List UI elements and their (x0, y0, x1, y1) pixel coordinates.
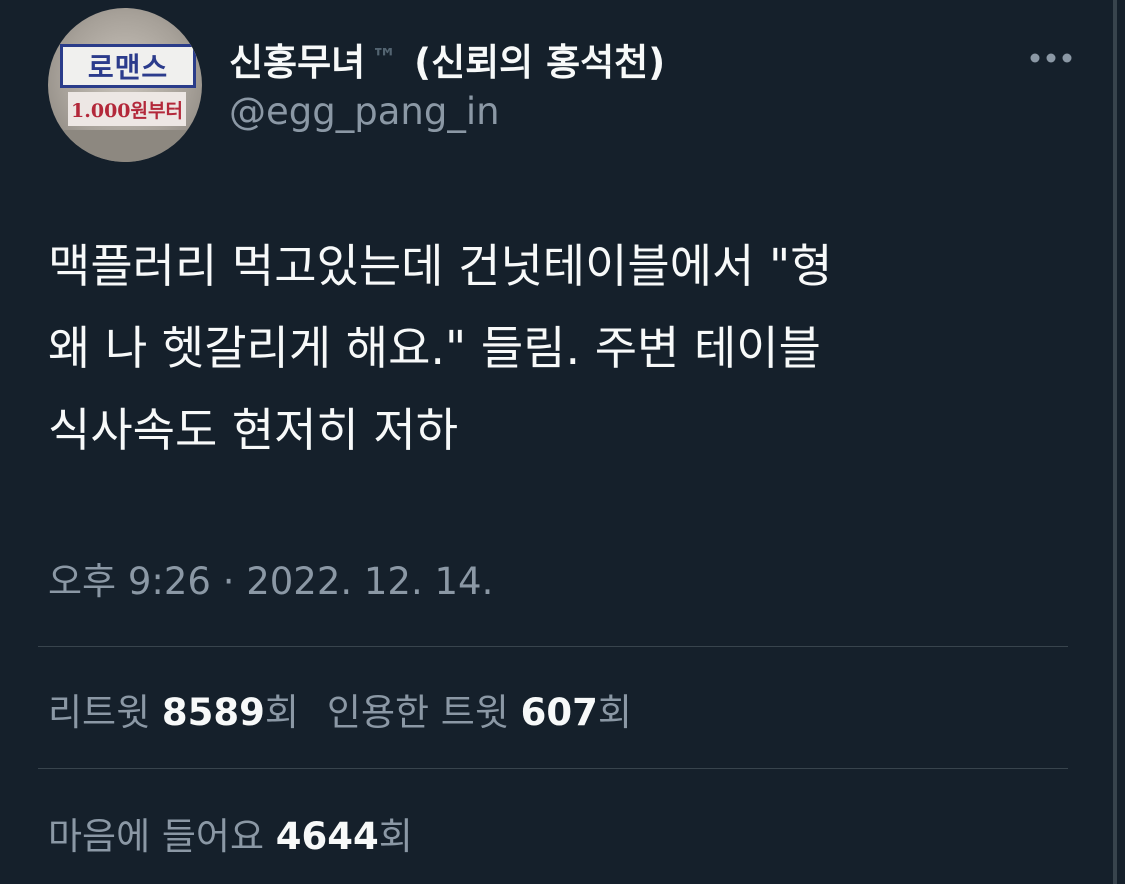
retweets-label: 리트윗 (48, 691, 162, 734)
likes-count: 4644 (275, 815, 379, 858)
likes-suffix: 회 (378, 815, 413, 858)
tweet-timestamp[interactable]: 오후 9:26 · 2022. 12. 14. (48, 551, 493, 605)
likes-row: 마음에 들어요 4644회 (48, 806, 413, 860)
divider (38, 768, 1068, 769)
user-handle[interactable]: @egg_pang_in (229, 90, 665, 133)
quotes-label: 인용한 트윗 (326, 691, 521, 734)
avatar-sign-top: 로맨스 (60, 44, 196, 88)
likes-stat[interactable]: 마음에 들어요 4644회 (48, 806, 413, 860)
avatar-sign-bottom: 1.000원부터 (68, 92, 186, 126)
divider (38, 646, 1068, 647)
quotes-suffix: 회 (597, 691, 632, 734)
retweets-count: 8589 (161, 691, 265, 734)
scrollbar-edge (1113, 0, 1117, 884)
display-name-suffix[interactable]: (신뢰의 홍석천) (414, 32, 665, 86)
tweet-text: 맥플러리 먹고있는데 건넛테이블에서 "형 왜 나 헷갈리게 해요." 들림. … (48, 239, 833, 457)
quotes-stat[interactable]: 인용한 트윗 607회 (327, 682, 632, 736)
avatar-shade (48, 130, 202, 162)
tweet-header: 신홍무녀 ™ (신뢰의 홍석천) @egg_pang_in (229, 34, 665, 133)
name-row: 신홍무녀 ™ (신뢰의 홍석천) (229, 34, 665, 84)
retweets-suffix: 회 (264, 691, 299, 734)
quotes-count: 607 (520, 691, 598, 734)
avatar-sign-bottom-text: 1.000원부터 (71, 99, 183, 122)
engagement-stats-row: 리트윗 8589회 인용한 트윗 607회 (48, 682, 632, 736)
more-horizontal-icon (1030, 53, 1072, 63)
avatar[interactable]: 로맨스 1.000원부터 (48, 8, 202, 162)
retweets-stat[interactable]: 리트윗 8589회 (48, 682, 299, 736)
more-button[interactable] (1026, 42, 1076, 74)
trademark-badge: ™ (371, 44, 399, 74)
display-name[interactable]: 신홍무녀 (229, 32, 365, 86)
likes-label: 마음에 들어요 (48, 815, 276, 858)
avatar-sign-top-text: 로맨스 (87, 51, 169, 84)
